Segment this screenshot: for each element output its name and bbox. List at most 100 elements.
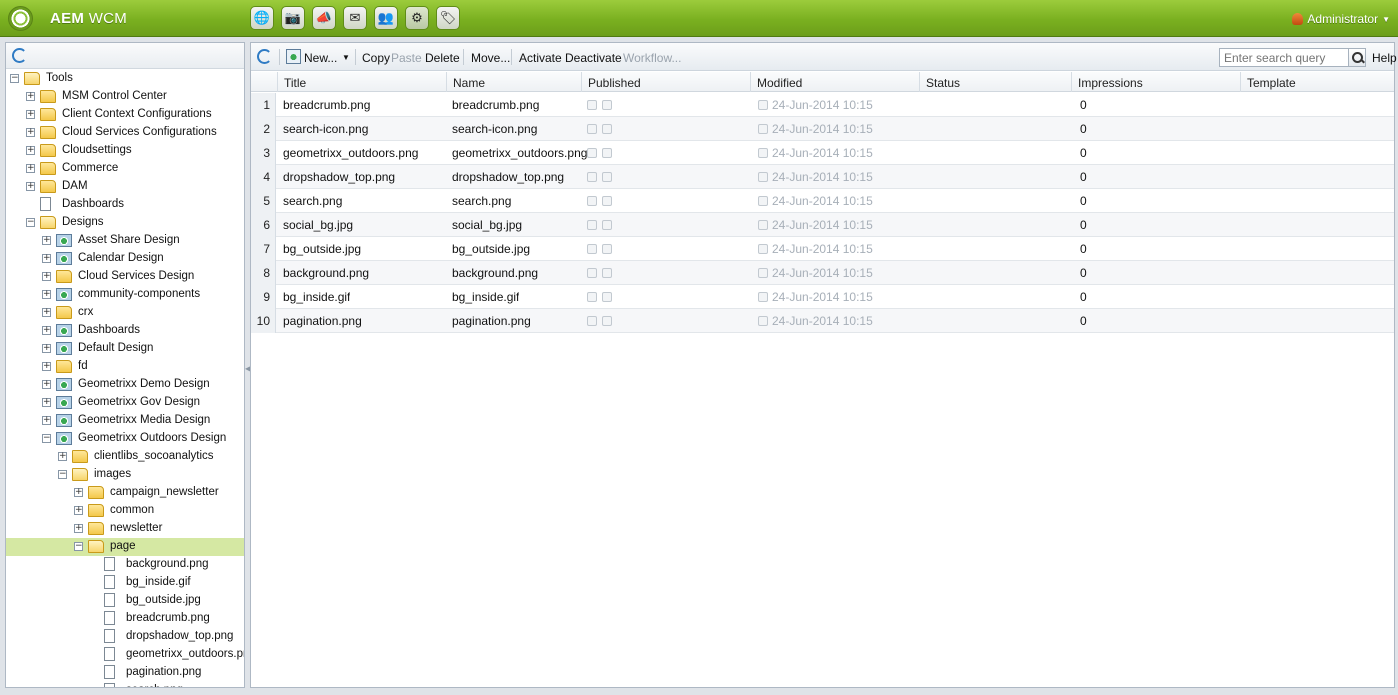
table-row[interactable]: 3 geometrixx_outdoors.png geometrixx_outdo… <box>251 141 1394 165</box>
table-row[interactable]: 4 dropshadow_top.png dropshadow_top.png 24-… <box>251 165 1394 189</box>
expand-icon[interactable]: + <box>58 452 67 461</box>
collapse-icon[interactable]: − <box>26 218 35 227</box>
paste-button[interactable]: Paste <box>391 51 422 65</box>
tree-item[interactable]: + MSM Control Center <box>6 88 244 106</box>
tree-item[interactable]: + Cloud Services Design <box>6 268 244 286</box>
tree-item[interactable]: geometrixx_outdoors.png <box>6 646 244 664</box>
tree-item[interactable]: + Asset Share Design <box>6 232 244 250</box>
expand-icon[interactable]: + <box>26 128 35 137</box>
tree-item[interactable]: + clientlibs_socoanalytics <box>6 448 244 466</box>
refresh-icon[interactable] <box>12 48 27 63</box>
tree-item[interactable]: − Geometrixx Outdoors Design <box>6 430 244 448</box>
expand-icon[interactable]: + <box>26 92 35 101</box>
expand-icon[interactable]: + <box>42 380 51 389</box>
tree-item[interactable]: − page <box>6 538 244 556</box>
tree-item[interactable]: + Dashboards <box>6 322 244 340</box>
globe-icon[interactable]: 🌐 <box>250 6 274 30</box>
camera-icon[interactable]: 📷 <box>281 6 305 30</box>
grid-refresh-icon[interactable] <box>257 49 272 64</box>
expand-icon[interactable]: + <box>26 182 35 191</box>
tree-item[interactable]: search.png <box>6 682 244 687</box>
expand-icon[interactable]: + <box>42 272 51 281</box>
aem-logo[interactable] <box>8 6 33 31</box>
megaphone-icon[interactable]: 📣 <box>312 6 336 30</box>
mail-icon[interactable]: ✉ <box>343 6 367 30</box>
tree-item[interactable]: pagination.png <box>6 664 244 682</box>
expand-icon[interactable]: + <box>26 110 35 119</box>
tree-item[interactable]: + newsletter <box>6 520 244 538</box>
copy-button[interactable]: Copy <box>362 51 390 65</box>
tree-item[interactable]: breadcrumb.png <box>6 610 244 628</box>
expand-icon[interactable]: + <box>42 398 51 407</box>
search-input[interactable] <box>1219 48 1349 67</box>
expand-icon[interactable]: + <box>26 164 35 173</box>
expand-icon[interactable]: + <box>26 146 35 155</box>
expand-icon[interactable]: + <box>42 362 51 371</box>
tag-icon[interactable]: 🏷 <box>436 6 460 30</box>
tree-item[interactable]: + Client Context Configurations <box>6 106 244 124</box>
tree-item[interactable]: + common <box>6 502 244 520</box>
new-menu-arrow-icon[interactable]: ▼ <box>342 53 350 62</box>
collapse-icon[interactable]: − <box>58 470 67 479</box>
column-header-published[interactable]: Published <box>581 72 750 92</box>
tree-item[interactable]: + Cloud Services Configurations <box>6 124 244 142</box>
expand-icon[interactable]: + <box>42 326 51 335</box>
workflow-button[interactable]: Workflow... <box>623 51 681 65</box>
collapse-icon[interactable]: − <box>42 434 51 443</box>
expand-icon[interactable]: + <box>74 506 83 515</box>
column-header-impressions[interactable]: Impressions <box>1071 72 1240 92</box>
tree-item[interactable]: Dashboards <box>6 196 244 214</box>
expand-icon[interactable]: + <box>42 236 51 245</box>
delete-button[interactable]: Delete <box>425 51 460 65</box>
help-button[interactable]: Help <box>1372 51 1397 65</box>
table-row[interactable]: 9 bg_inside.gif bg_inside.gif 24-Jun-2014 1… <box>251 285 1394 309</box>
tree-item[interactable]: + Calendar Design <box>6 250 244 268</box>
new-button[interactable]: New... <box>304 51 337 65</box>
deactivate-button[interactable]: Deactivate <box>565 51 622 65</box>
tree-item[interactable]: + Default Design <box>6 340 244 358</box>
tree-item[interactable]: + Geometrixx Gov Design <box>6 394 244 412</box>
tree-item[interactable]: + campaign_newsletter <box>6 484 244 502</box>
gear-icon[interactable]: ⚙ <box>405 6 429 30</box>
column-header-status[interactable]: Status <box>919 72 1071 92</box>
user-menu[interactable]: Administrator ▼ <box>1292 12 1390 26</box>
table-row[interactable]: 7 bg_outside.jpg bg_outside.jpg 24-Jun-2014… <box>251 237 1394 261</box>
column-header-modified[interactable]: Modified <box>750 72 919 92</box>
expand-icon[interactable]: + <box>42 290 51 299</box>
table-row[interactable]: 1 breadcrumb.png breadcrumb.png 24-Jun-2014… <box>251 93 1394 117</box>
tree-item[interactable]: + community-components <box>6 286 244 304</box>
table-row[interactable]: 6 social_bg.jpg social_bg.jpg 24-Jun-2014 1… <box>251 213 1394 237</box>
search-icon[interactable] <box>1348 48 1366 67</box>
expand-icon[interactable]: + <box>42 416 51 425</box>
tree-item[interactable]: + Commerce <box>6 160 244 178</box>
tree-item[interactable]: + Cloudsettings <box>6 142 244 160</box>
tree-item[interactable]: − Designs <box>6 214 244 232</box>
tree-item[interactable]: + crx <box>6 304 244 322</box>
collapse-icon[interactable]: − <box>10 74 19 83</box>
column-header-name[interactable]: Name <box>446 72 581 92</box>
expand-icon[interactable]: + <box>74 488 83 497</box>
tree-item[interactable]: − images <box>6 466 244 484</box>
column-header-template[interactable]: Template <box>1240 72 1394 92</box>
table-row[interactable]: 5 search.png search.png 24-Jun-2014 10:15 0 <box>251 189 1394 213</box>
tree-item[interactable]: + Geometrixx Demo Design <box>6 376 244 394</box>
expand-icon[interactable]: + <box>42 344 51 353</box>
users-icon[interactable]: 👥 <box>374 6 398 30</box>
tree-item[interactable]: dropshadow_top.png <box>6 628 244 646</box>
table-row[interactable]: 2 search-icon.png search-icon.png 24-Jun-20… <box>251 117 1394 141</box>
collapse-icon[interactable]: − <box>74 542 83 551</box>
tree-item[interactable]: + DAM <box>6 178 244 196</box>
table-row[interactable]: 10 pagination.png pagination.png 24-Jun-201… <box>251 309 1394 333</box>
expand-icon[interactable]: + <box>42 308 51 317</box>
tree-item[interactable]: + Geometrixx Media Design <box>6 412 244 430</box>
tree-item[interactable]: + fd <box>6 358 244 376</box>
tree-item[interactable]: − Tools <box>6 70 244 88</box>
expand-icon[interactable]: + <box>74 524 83 533</box>
table-row[interactable]: 8 background.png background.png 24-Jun-2014… <box>251 261 1394 285</box>
tree-item[interactable]: bg_inside.gif <box>6 574 244 592</box>
tree-item[interactable]: bg_outside.jpg <box>6 592 244 610</box>
move-button[interactable]: Move... <box>471 51 510 65</box>
column-header-title[interactable]: Title <box>277 72 446 92</box>
tree-item[interactable]: background.png <box>6 556 244 574</box>
activate-button[interactable]: Activate <box>519 51 562 65</box>
